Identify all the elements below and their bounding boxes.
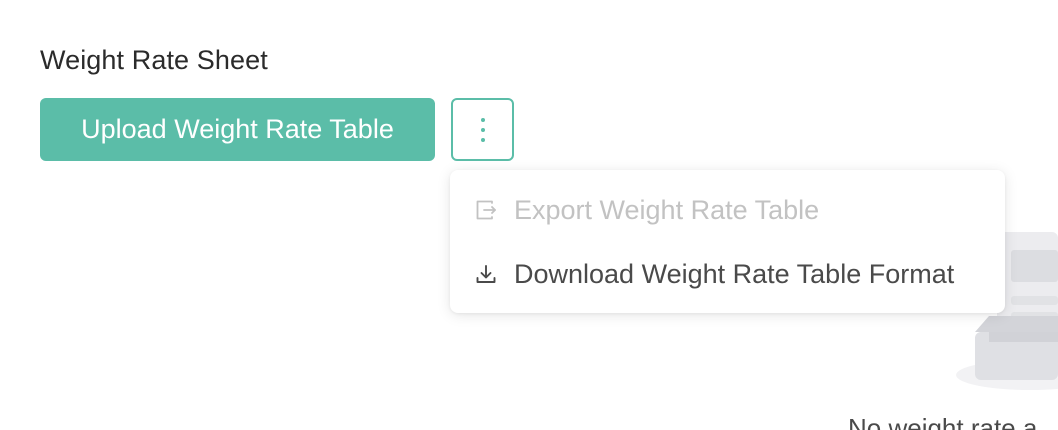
page: Weight Rate Sheet Upload Weight Rate Tab… [0,0,1058,430]
menu-item-export-weight-rate-table[interactable]: Export Weight Rate Table [450,179,1005,241]
more-options-button[interactable] [451,98,514,161]
more-vertical-icon [480,117,485,142]
upload-weight-rate-table-button[interactable]: Upload Weight Rate Table [40,98,435,161]
menu-item-label: Export Weight Rate Table [514,195,820,225]
download-icon [473,261,499,287]
menu-item-download-weight-rate-table-format[interactable]: Download Weight Rate Table Format [450,243,1005,305]
empty-state-message: No weight rate a [848,413,1038,430]
section-title: Weight Rate Sheet [40,45,268,75]
export-icon [473,197,499,223]
more-options-menu: Export Weight Rate Table Download Weight… [450,170,1005,313]
menu-item-label: Download Weight Rate Table Format [514,259,955,289]
